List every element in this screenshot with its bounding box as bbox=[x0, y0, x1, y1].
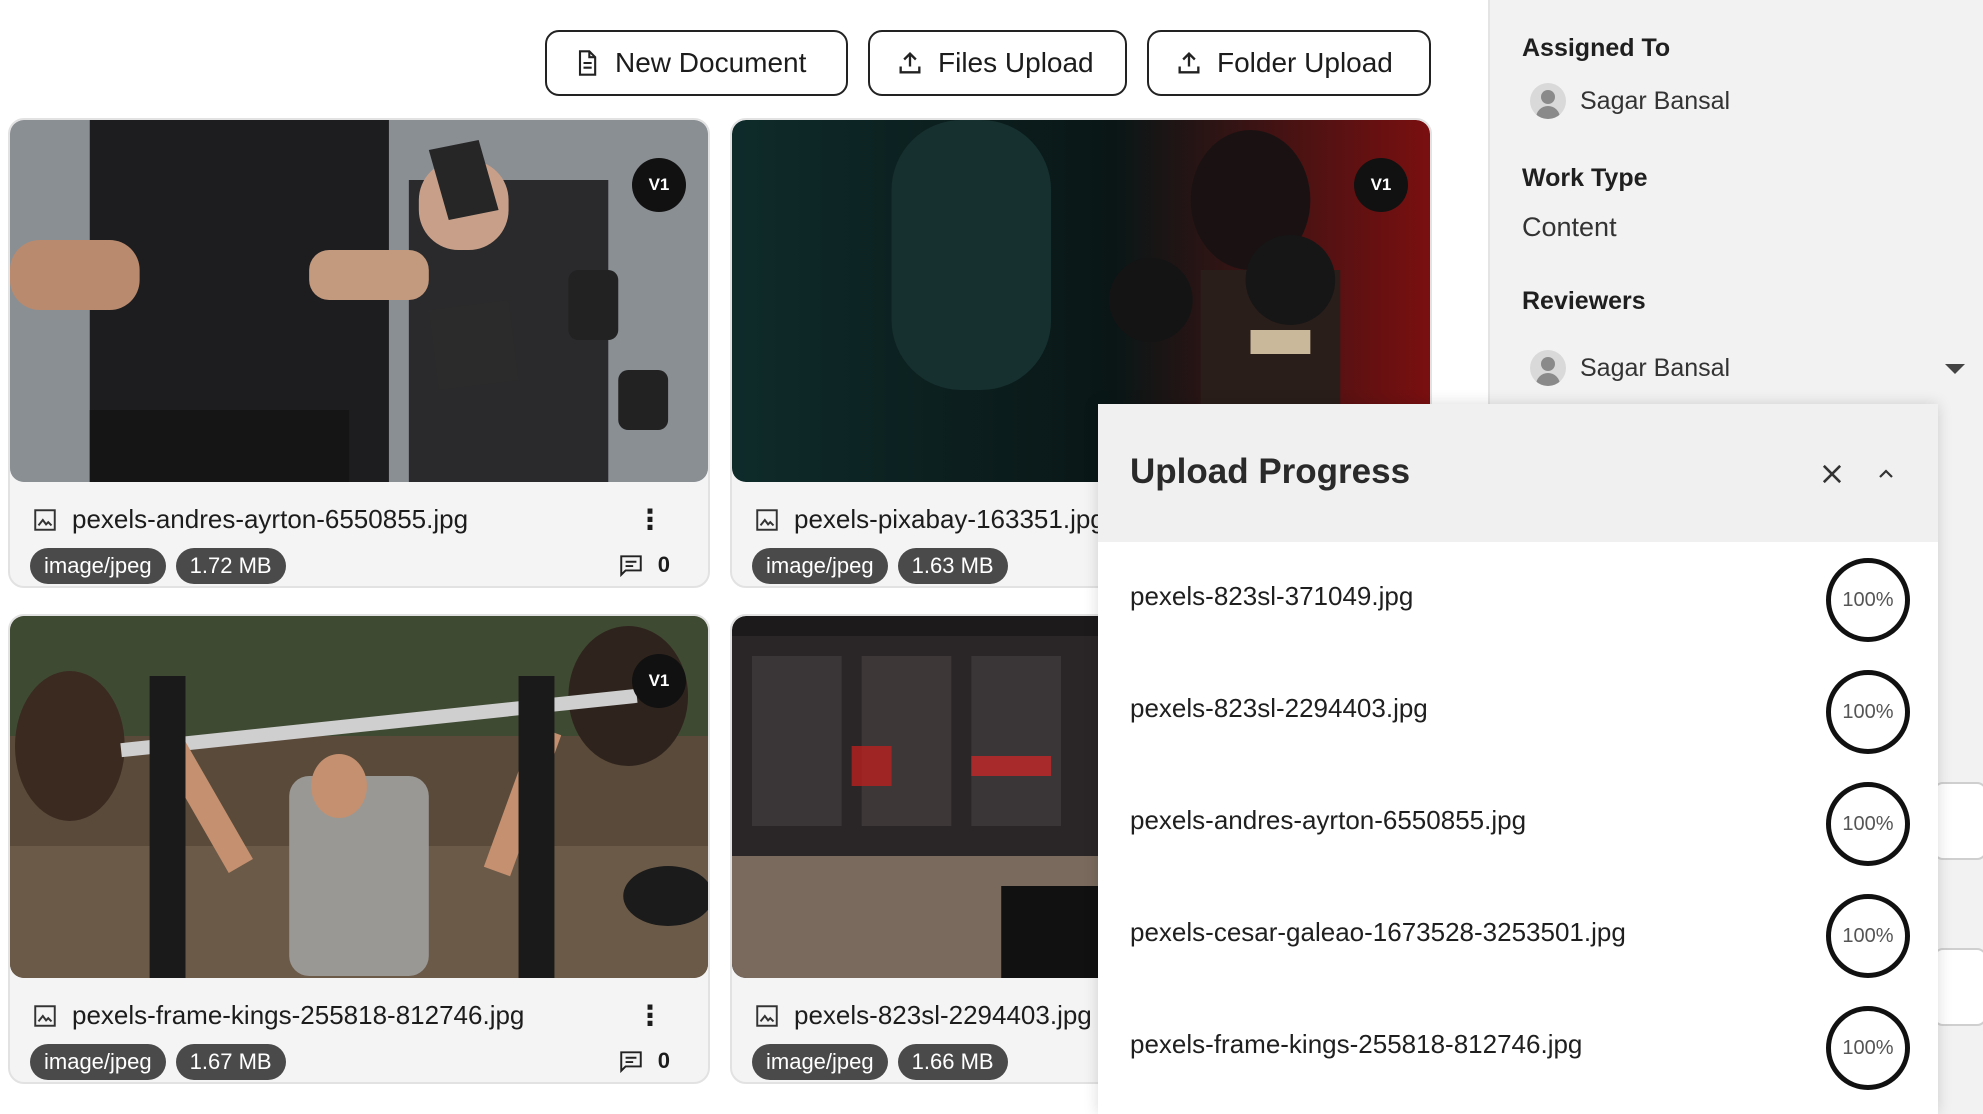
file-name-text: pexels-andres-ayrton-6550855.jpg bbox=[72, 504, 469, 534]
image-file-icon bbox=[34, 508, 56, 531]
reviewer-name: Sagar Bansal bbox=[1580, 353, 1731, 382]
upload-item: pexels-andres-ayrton-6550855.jpg 100% bbox=[1098, 766, 1938, 878]
chevron-up-icon[interactable] bbox=[1874, 462, 1898, 486]
upload-item-name: pexels-cesar-galeao-1673528-3253501.jpg bbox=[1130, 917, 1626, 947]
file-card[interactable]: V1 pexels-andres-ayrton-6550855.jpg ⋮ im… bbox=[8, 118, 710, 588]
file-card[interactable]: V1 pexels-frame-kings-255818-812746.jpg … bbox=[8, 614, 710, 1084]
upload-item: pexels-frame-kings-255818-812746.jpg 100… bbox=[1098, 990, 1938, 1102]
comment-count[interactable]: 0 bbox=[618, 552, 670, 578]
file-name-text: pexels-823sl-2294403.jpg bbox=[794, 1000, 1092, 1030]
upload-item: pexels-823sl-371049.jpg 100% bbox=[1098, 542, 1938, 654]
upload-item-name: pexels-frame-kings-255818-812746.jpg bbox=[1130, 1029, 1583, 1059]
file-name-text: pexels-pixabay-163351.jpg bbox=[794, 504, 1105, 534]
toolbar: New Document Files Upload Folder Upload bbox=[545, 30, 1431, 96]
more-vertical-icon[interactable]: ⋮ bbox=[636, 506, 664, 534]
chevron-down-icon[interactable] bbox=[1945, 364, 1965, 374]
version-badge: V1 bbox=[632, 654, 686, 708]
file-type-tag: image/jpeg bbox=[30, 1044, 166, 1080]
reviewer[interactable]: Sagar Bansal bbox=[1530, 350, 1730, 386]
close-icon[interactable] bbox=[1818, 460, 1846, 488]
file-thumbnail[interactable] bbox=[10, 120, 708, 482]
folder-upload-label: Folder Upload bbox=[1217, 47, 1393, 78]
file-tags: image/jpeg 1.66 MB bbox=[752, 1044, 1008, 1080]
file-size-tag: 1.63 MB bbox=[897, 548, 1008, 584]
avatar bbox=[1530, 350, 1566, 386]
file-name: pexels-pixabay-163351.jpg bbox=[754, 504, 1105, 535]
file-name-text: pexels-frame-kings-255818-812746.jpg bbox=[72, 1000, 525, 1030]
file-name: pexels-andres-ayrton-6550855.jpg bbox=[32, 504, 468, 535]
upload-item-name: pexels-823sl-371049.jpg bbox=[1130, 581, 1414, 611]
version-badge: V1 bbox=[1354, 158, 1408, 212]
file-tags: image/jpeg 1.67 MB bbox=[30, 1044, 286, 1080]
file-type-tag: image/jpeg bbox=[752, 1044, 888, 1080]
assignee[interactable]: Sagar Bansal bbox=[1530, 83, 1730, 119]
file-size-tag: 1.72 MB bbox=[175, 548, 286, 584]
file-tags: image/jpeg 1.63 MB bbox=[752, 548, 1008, 584]
avatar bbox=[1530, 83, 1566, 119]
file-thumbnail[interactable] bbox=[10, 616, 708, 978]
file-name: pexels-frame-kings-255818-812746.jpg bbox=[32, 1000, 524, 1031]
assigned-to-label: Assigned To bbox=[1522, 34, 1671, 62]
reviewers-label: Reviewers bbox=[1522, 287, 1646, 315]
field-box[interactable] bbox=[1933, 948, 1983, 1026]
file-type-tag: image/jpeg bbox=[30, 548, 166, 584]
upload-progress-ring: 100% bbox=[1826, 1006, 1910, 1090]
file-type-tag: image/jpeg bbox=[752, 548, 888, 584]
comment-count-text: 0 bbox=[657, 552, 670, 577]
comment-count-text: 0 bbox=[657, 1048, 670, 1073]
upload-progress-title: Upload Progress bbox=[1130, 452, 1411, 491]
upload-icon bbox=[899, 52, 921, 74]
upload-item-name: pexels-andres-ayrton-6550855.jpg bbox=[1130, 805, 1527, 835]
upload-item: pexels-823sl-2294403.jpg 100% bbox=[1098, 654, 1938, 766]
new-document-label: New Document bbox=[615, 47, 807, 78]
file-name: pexels-823sl-2294403.jpg bbox=[754, 1000, 1092, 1031]
comment-icon bbox=[620, 1051, 642, 1074]
file-size-tag: 1.66 MB bbox=[897, 1044, 1008, 1080]
upload-progress-ring: 100% bbox=[1826, 670, 1910, 754]
field-box[interactable] bbox=[1933, 782, 1983, 860]
work-type-value: Content bbox=[1522, 212, 1617, 242]
folder-upload-button[interactable]: Folder Upload bbox=[1147, 30, 1431, 96]
upload-progress-header: Upload Progress bbox=[1098, 404, 1938, 542]
files-upload-button[interactable]: Files Upload bbox=[868, 30, 1127, 96]
work-type-label: Work Type bbox=[1522, 164, 1648, 192]
image-file-icon bbox=[756, 1004, 778, 1027]
more-vertical-icon[interactable]: ⋮ bbox=[636, 1002, 664, 1030]
new-document-button[interactable]: New Document bbox=[545, 30, 848, 96]
document-icon bbox=[578, 50, 597, 76]
upload-item: pexels-cesar-galeao-1673528-3253501.jpg … bbox=[1098, 878, 1938, 990]
upload-icon bbox=[1178, 52, 1200, 74]
upload-progress-ring: 100% bbox=[1826, 782, 1910, 866]
image-file-icon bbox=[34, 1004, 56, 1027]
image-file-icon bbox=[756, 508, 778, 531]
files-upload-label: Files Upload bbox=[938, 47, 1094, 78]
assignee-name: Sagar Bansal bbox=[1580, 86, 1731, 115]
comment-count[interactable]: 0 bbox=[618, 1048, 670, 1074]
upload-progress-panel: Upload Progress pexels-823sl-371049.jpg … bbox=[1098, 404, 1938, 1114]
comment-icon bbox=[620, 555, 642, 578]
version-badge: V1 bbox=[632, 158, 686, 212]
file-size-tag: 1.67 MB bbox=[175, 1044, 286, 1080]
file-tags: image/jpeg 1.72 MB bbox=[30, 548, 286, 584]
upload-progress-ring: 100% bbox=[1826, 894, 1910, 978]
upload-progress-ring: 100% bbox=[1826, 558, 1910, 642]
upload-item-name: pexels-823sl-2294403.jpg bbox=[1130, 693, 1428, 723]
